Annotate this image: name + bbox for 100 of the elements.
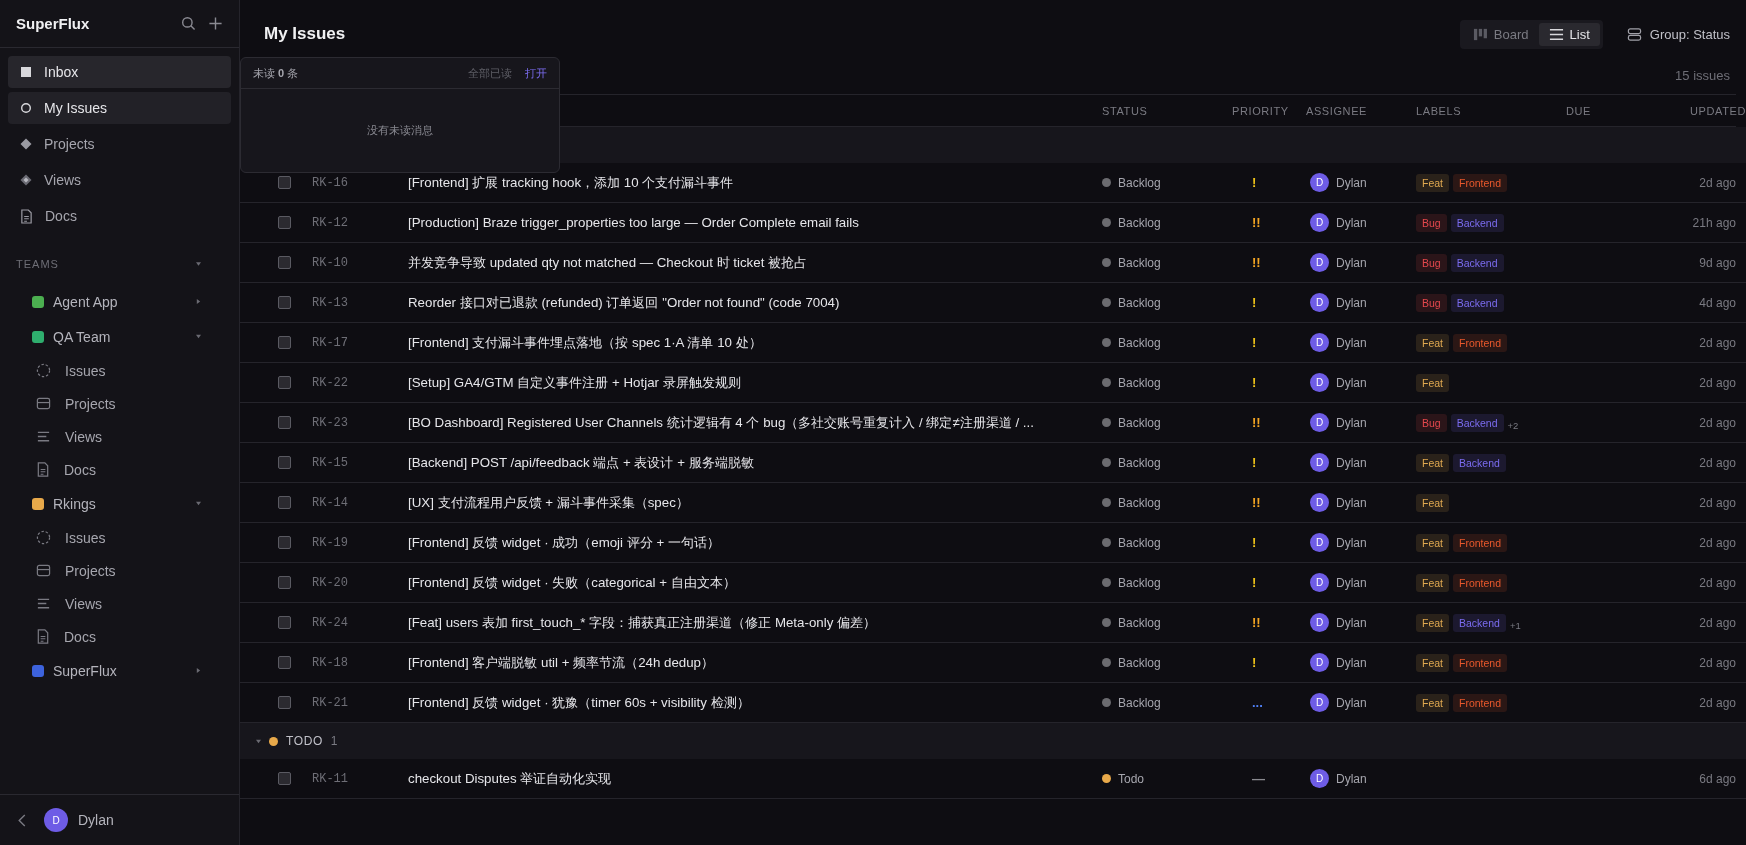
issue-title[interactable]: [Setup] GA4/GTM 自定义事件注册 + Hotjar 录屏触发规则	[408, 373, 1102, 392]
checkbox[interactable]	[278, 616, 291, 629]
issue-row[interactable]: RK-11 checkout Disputes 举证自动化实现 Todo — D Dylan 6d ago	[240, 759, 1746, 799]
checkbox[interactable]	[278, 216, 291, 229]
priority-mark[interactable]: ...	[1252, 695, 1263, 710]
caret-icon[interactable]	[196, 262, 201, 266]
priority-mark[interactable]: !	[1252, 535, 1257, 550]
priority-mark[interactable]: —	[1252, 771, 1265, 786]
column-header[interactable]: PRIORITY	[1232, 104, 1306, 117]
nav-item[interactable]: Views	[8, 164, 231, 196]
team-item[interactable]: SuperFlux	[0, 653, 239, 688]
issue-title[interactable]: [Frontend] 反馈 widget · 犹豫（timer 60s + visibility 检测）	[408, 693, 1102, 712]
checkbox[interactable]	[278, 256, 291, 269]
checkbox[interactable]	[278, 296, 291, 309]
assignee-name: Dylan	[1336, 575, 1367, 590]
checkbox[interactable]	[278, 696, 291, 709]
checkbox[interactable]	[278, 536, 291, 549]
issue-title[interactable]: Reorder 接口对已退款 (refunded) 订单返回 "Order not found" (code 7004)	[408, 293, 1102, 312]
priority-mark[interactable]: !	[1252, 175, 1257, 190]
priority-mark[interactable]: !	[1252, 455, 1257, 470]
priority-mark[interactable]: !	[1252, 335, 1257, 350]
team-nav-item[interactable]: Issues	[0, 521, 239, 554]
open-link[interactable]: 打开	[525, 65, 547, 81]
team-item[interactable]: Rkings	[0, 486, 239, 521]
issue-title[interactable]: [BO Dashboard] Registered User Channels 统计逻辑有 4 个 bug（多社交账号重复计入 / 绑定≠注册渠道 / ...	[408, 413, 1102, 432]
issue-row[interactable]: RK-17 [Frontend] 支付漏斗事件埋点落地（按 spec 1·A 清单 10 处） Backlog ! D Dylan Feat Frontend 2d ago	[240, 323, 1746, 363]
priority-mark[interactable]: !	[1252, 655, 1257, 670]
checkbox[interactable]	[278, 416, 291, 429]
issue-title[interactable]: 并发竞争导致 updated qty not matched — Checkout 时 ticket 被抢占	[408, 253, 1102, 272]
search-icon[interactable]	[181, 16, 196, 31]
team-nav-item[interactable]: Projects	[0, 554, 239, 587]
issue-title[interactable]: [Production] Braze trigger_properties too large — Order Complete email fails	[408, 215, 1102, 230]
nav-item[interactable]: My Issues	[8, 92, 231, 124]
nav-item[interactable]: Docs	[8, 200, 231, 232]
label-tag: Frontend	[1453, 693, 1508, 712]
team-nav-item[interactable]: Docs	[0, 620, 239, 653]
issue-title[interactable]: checkout Disputes 举证自动化实现	[408, 769, 1102, 788]
issue-row[interactable]: RK-20 [Frontend] 反馈 widget · 失败（categorical + 自由文本） Backlog ! D Dylan Feat Frontend 2d ago	[240, 563, 1746, 603]
user-name[interactable]: Dylan	[78, 812, 114, 828]
issue-row[interactable]: RK-10 并发竞争导致 updated qty not matched — Checkout 时 ticket 被抢占 Backlog !! D Dylan Bug Backend 9d ago	[240, 243, 1746, 283]
column-header[interactable]: UPDATED	[1656, 104, 1746, 117]
view-tab[interactable]: List	[1538, 22, 1600, 46]
issue-row[interactable]: RK-19 [Frontend] 反馈 widget · 成功（emoji 评分 + 一句话） Backlog ! D Dylan Feat Frontend 2d ago	[240, 523, 1746, 563]
label-tag: Backend	[1450, 253, 1504, 272]
priority-mark[interactable]: !!	[1252, 215, 1261, 230]
checkbox[interactable]	[278, 336, 291, 349]
priority-mark[interactable]: !!	[1252, 255, 1261, 270]
status-text: Backlog	[1118, 575, 1161, 590]
view-tab[interactable]: Board	[1462, 22, 1539, 46]
priority-mark[interactable]: !!	[1252, 415, 1261, 430]
checkbox[interactable]	[278, 496, 291, 509]
issue-title[interactable]: [Backend] POST /api/feedback 端点 + 表设计 + 服务端脱敏	[408, 453, 1102, 472]
group-header[interactable]: TODO 1	[240, 723, 1746, 759]
column-header[interactable]: STATUS	[1102, 104, 1232, 117]
checkbox[interactable]	[278, 176, 291, 189]
issue-title[interactable]: [Frontend] 客户端脱敏 util + 频率节流（24h dedup）	[408, 653, 1102, 672]
issue-row[interactable]: RK-12 [Production] Braze trigger_properties too large — Order Complete email fails Backlog !! D Dylan Bug Backend 21h ago	[240, 203, 1746, 243]
issue-title[interactable]: [Frontend] 反馈 widget · 成功（emoji 评分 + 一句话）	[408, 533, 1102, 552]
nav-item[interactable]: Projects	[8, 128, 231, 160]
label-tag: Feat	[1416, 533, 1449, 552]
document-icon	[36, 462, 50, 477]
issue-title[interactable]: [Frontend] 扩展 tracking hook，添加 10 个支付漏斗事件	[408, 173, 1102, 192]
column-header[interactable]: ASSIGNEE	[1306, 104, 1416, 117]
issue-row[interactable]: RK-18 [Frontend] 客户端脱敏 util + 频率节流（24h dedup） Backlog ! D Dylan Feat Frontend 2d ago	[240, 643, 1746, 683]
team-item[interactable]: QA Team	[0, 319, 239, 354]
priority-mark[interactable]: !	[1252, 575, 1257, 590]
team-nav-item[interactable]: Docs	[0, 453, 239, 486]
group-by-button[interactable]: Group: Status	[1620, 22, 1736, 46]
team-nav-item[interactable]: Views	[0, 587, 239, 620]
issue-row[interactable]: RK-15 [Backend] POST /api/feedback 端点 + 表设计 + 服务端脱敏 Backlog ! D Dylan Feat Backend 2d ago	[240, 443, 1746, 483]
label-tag: Frontend	[1453, 173, 1508, 192]
plus-icon[interactable]	[208, 16, 223, 31]
nav-item[interactable]: Inbox	[8, 56, 231, 88]
checkbox[interactable]	[278, 376, 291, 389]
team-nav-item[interactable]: Views	[0, 420, 239, 453]
checkbox[interactable]	[278, 576, 291, 589]
column-header[interactable]: DUE	[1566, 104, 1656, 117]
team-item[interactable]: Agent App	[0, 284, 239, 319]
issue-title[interactable]: [Frontend] 反馈 widget · 失败（categorical + 自由文本）	[408, 573, 1102, 592]
priority-mark[interactable]: !	[1252, 295, 1257, 310]
checkbox[interactable]	[278, 656, 291, 669]
team-nav-item[interactable]: Projects	[0, 387, 239, 420]
priority-mark[interactable]: !!	[1252, 495, 1261, 510]
updated-time: 2d ago	[1698, 175, 1736, 190]
dashed-circle-icon	[36, 363, 51, 378]
column-header[interactable]: LABELS	[1416, 104, 1566, 117]
issue-row[interactable]: RK-22 [Setup] GA4/GTM 自定义事件注册 + Hotjar 录屏触发规则 Backlog ! D Dylan Feat 2d ago	[240, 363, 1746, 403]
issue-title[interactable]: [UX] 支付流程用户反馈 + 漏斗事件采集（spec）	[408, 493, 1102, 512]
priority-mark[interactable]: !!	[1252, 615, 1261, 630]
issue-title[interactable]: [Frontend] 支付漏斗事件埋点落地（按 spec 1·A 清单 10 处）	[408, 333, 1102, 352]
chevron-left-icon[interactable]	[18, 813, 26, 827]
checkbox[interactable]	[278, 772, 291, 785]
checkbox[interactable]	[278, 456, 291, 469]
assignee-avatar: D	[1310, 293, 1329, 312]
issue-title[interactable]: [Feat] users 表加 first_touch_* 字段：捕获真正注册渠道（修正 Meta-only 偏差）	[408, 613, 1102, 632]
priority-mark[interactable]: !	[1252, 375, 1257, 390]
section-heading: TEAMS	[16, 258, 59, 270]
team-nav-item[interactable]: Issues	[0, 354, 239, 387]
issue-row[interactable]: RK-13 Reorder 接口对已退款 (refunded) 订单返回 "Order not found" (code 7004) Backlog ! D Dylan Bug Backend 4d ago	[240, 283, 1746, 323]
issue-row[interactable]: RK-14 [UX] 支付流程用户反馈 + 漏斗事件采集（spec） Backlog !! D Dylan Feat 2d ago	[240, 483, 1746, 523]
